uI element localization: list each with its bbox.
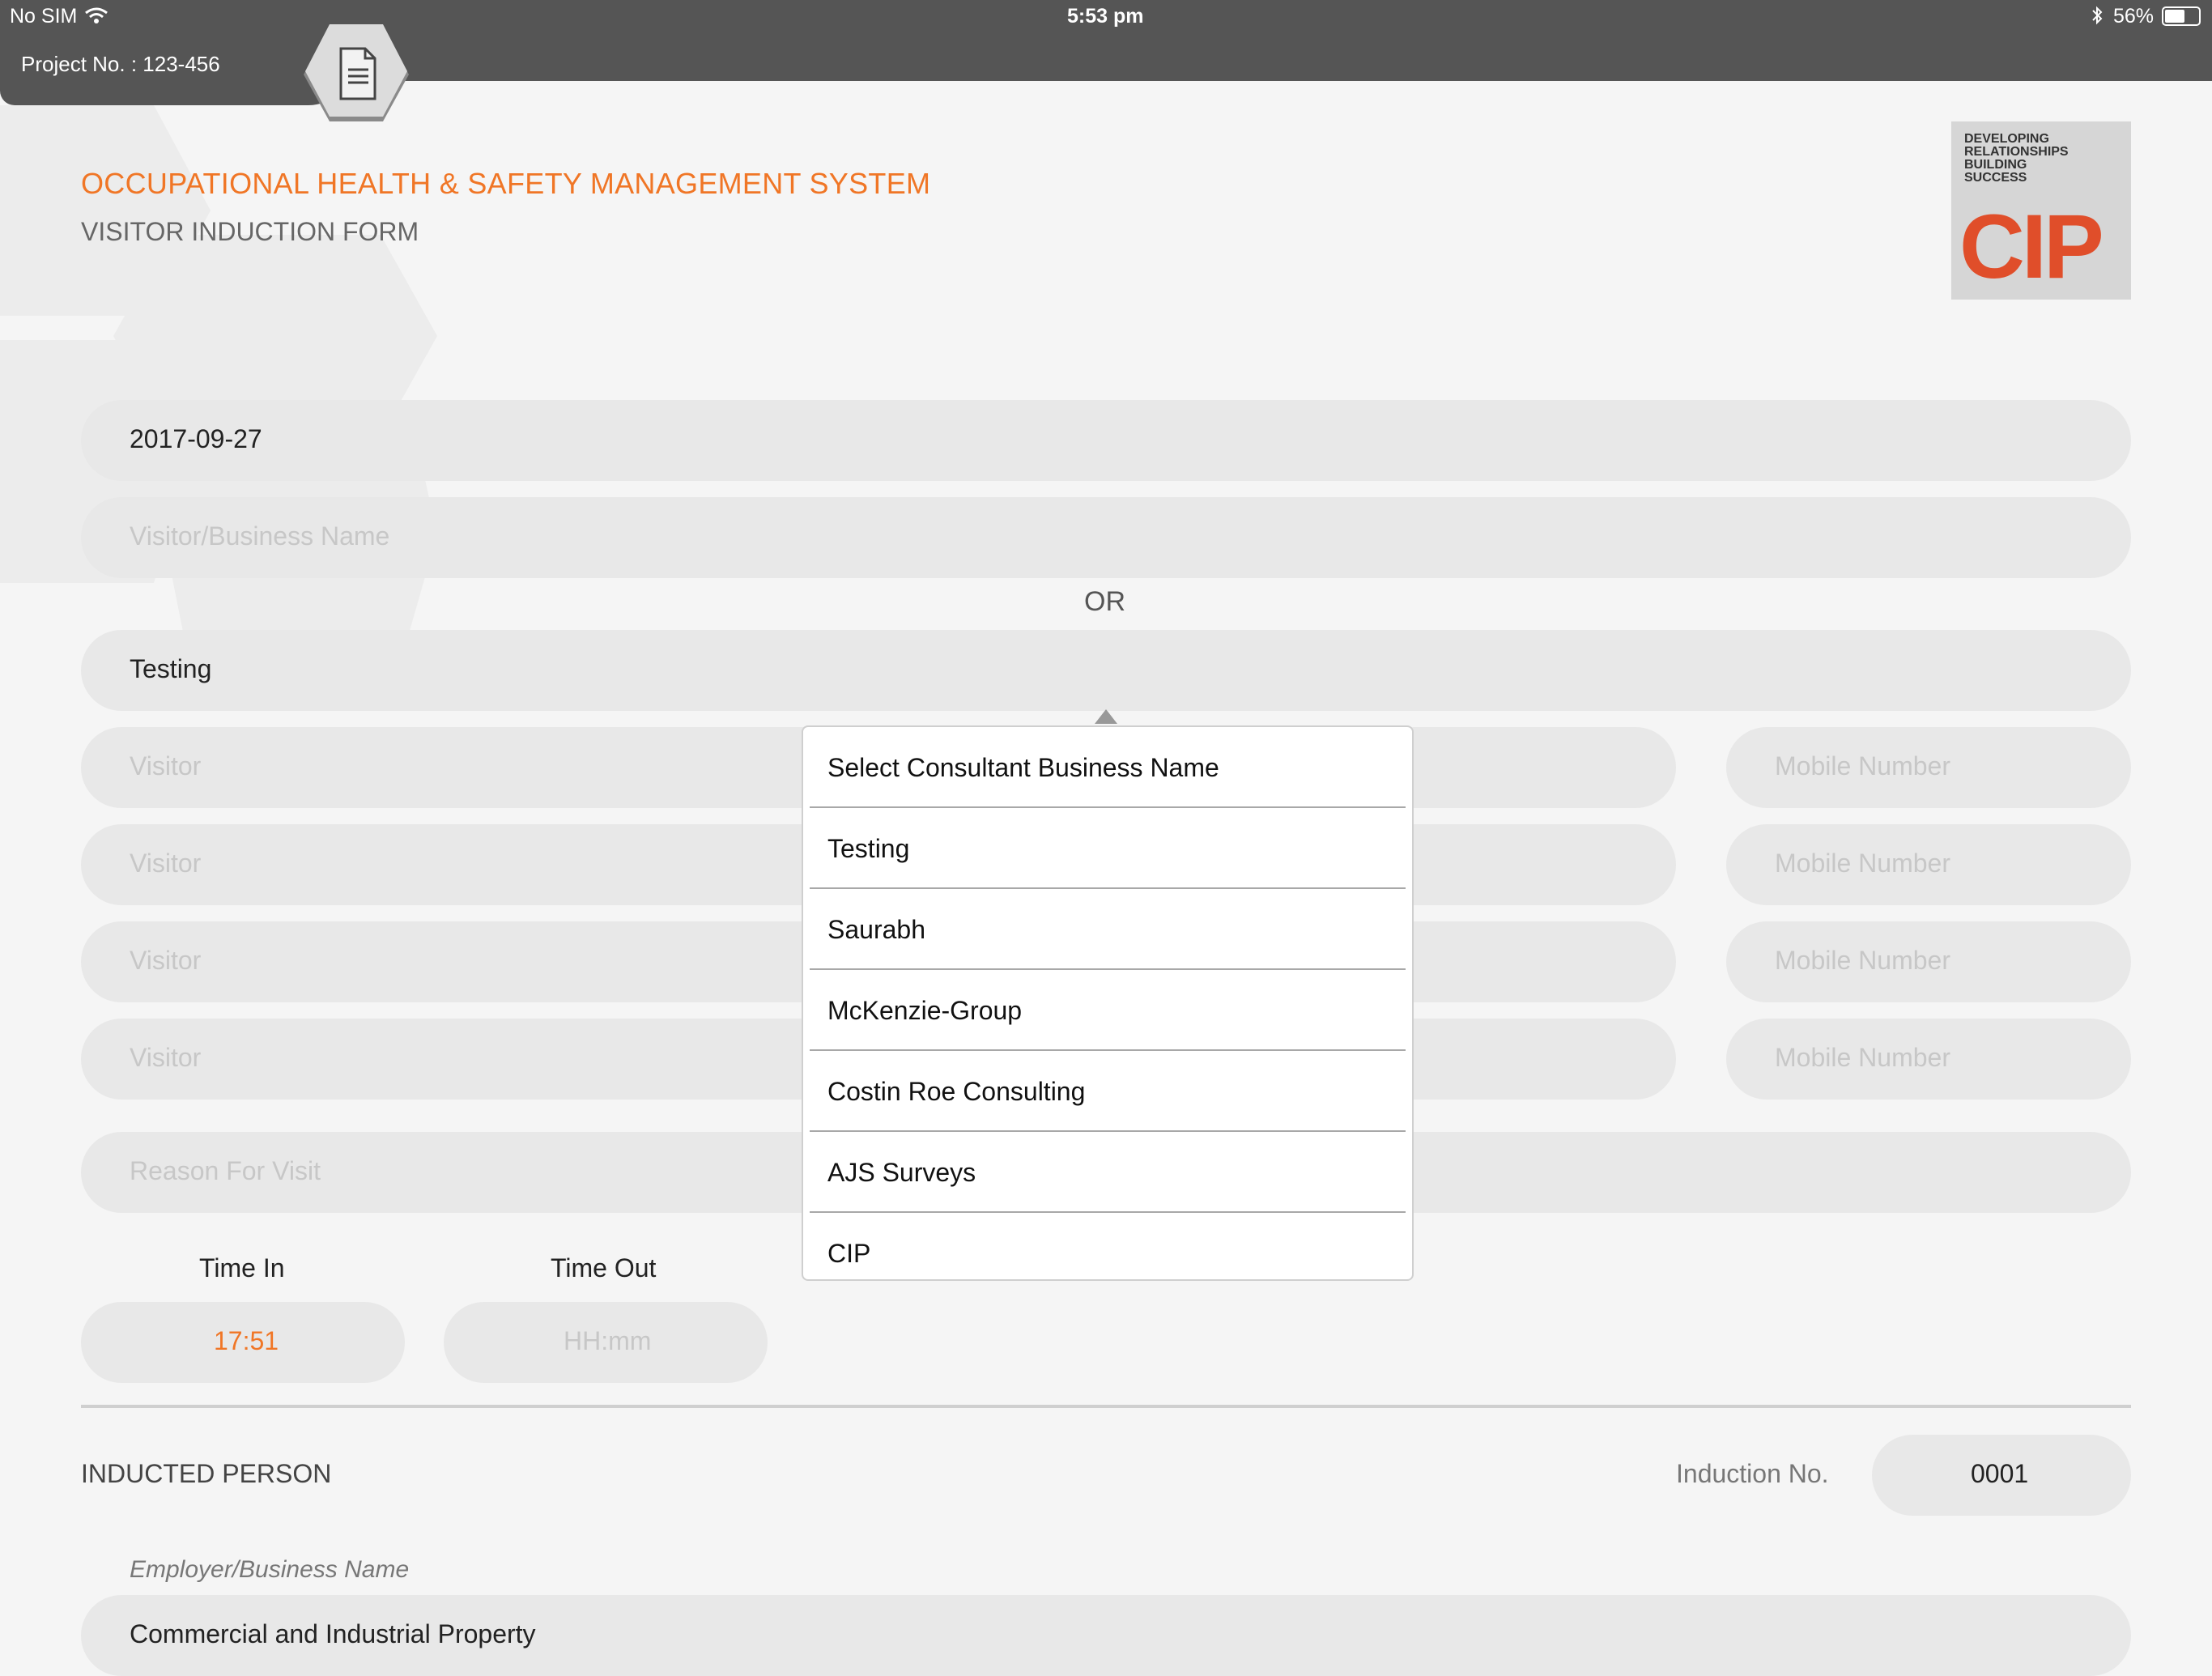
visitor-placeholder: Visitor bbox=[130, 1043, 202, 1072]
time-in-label: Time In bbox=[199, 1253, 285, 1283]
consultant-selected-value: Testing bbox=[130, 654, 212, 683]
dropdown-option-label: Saurabh bbox=[827, 915, 925, 944]
time-out-label: Time Out bbox=[551, 1253, 657, 1283]
visitor-business-name-input[interactable]: Visitor/Business Name bbox=[81, 497, 2131, 578]
induction-no-field[interactable]: 0001 bbox=[1872, 1435, 2131, 1516]
carrier-label: No SIM bbox=[10, 5, 78, 28]
logo-tagline-2: RELATIONSHIPS bbox=[1964, 145, 2069, 159]
battery-icon bbox=[2162, 6, 2201, 26]
date-field[interactable]: 2017-09-27 bbox=[81, 400, 2131, 481]
date-value: 2017-09-27 bbox=[130, 424, 262, 453]
logo-brand: CIP bbox=[1959, 196, 2104, 297]
time-out-field[interactable]: HH:mm bbox=[444, 1302, 768, 1383]
dropdown-option-mckenzie-group[interactable]: McKenzie-Group bbox=[810, 970, 1406, 1051]
popover-arrow bbox=[1095, 709, 1117, 724]
dropdown-header-label: Select Consultant Business Name bbox=[827, 753, 1219, 782]
time-in-field[interactable]: 17:51 bbox=[81, 1302, 405, 1383]
dropdown-option-ajs-surveys[interactable]: AJS Surveys bbox=[810, 1132, 1406, 1213]
mobile-number-input-2[interactable]: Mobile Number bbox=[1726, 824, 2131, 905]
dropdown-option-testing[interactable]: Testing bbox=[810, 808, 1406, 889]
document-icon[interactable] bbox=[304, 24, 409, 125]
section-divider bbox=[81, 1405, 2131, 1408]
visitor-business-placeholder: Visitor/Business Name bbox=[130, 521, 390, 551]
dropdown-option-costin-roe[interactable]: Costin Roe Consulting bbox=[810, 1051, 1406, 1132]
cip-logo: DEVELOPING RELATIONSHIPS BUILDING SUCCES… bbox=[1951, 121, 2131, 300]
logo-tagline-4: SUCCESS bbox=[1964, 171, 2027, 185]
mobile-placeholder: Mobile Number bbox=[1775, 946, 1950, 975]
employer-business-label: Employer/Business Name bbox=[130, 1556, 410, 1583]
mobile-placeholder: Mobile Number bbox=[1775, 849, 1950, 878]
induction-no-label: Induction No. bbox=[1676, 1459, 1829, 1488]
form-subtitle: VISITOR INDUCTION FORM bbox=[81, 217, 419, 246]
dropdown-option-cip[interactable]: CIP bbox=[810, 1213, 1406, 1279]
logo-tagline-1: DEVELOPING bbox=[1964, 132, 2049, 146]
mobile-number-input-4[interactable]: Mobile Number bbox=[1726, 1019, 2131, 1100]
dropdown-option-saurabh[interactable]: Saurabh bbox=[810, 889, 1406, 970]
logo-tagline-3: BUILDING bbox=[1964, 158, 2027, 172]
mobile-placeholder: Mobile Number bbox=[1775, 751, 1950, 781]
dropdown-option-label: AJS Surveys bbox=[827, 1158, 976, 1187]
dropdown-option-label: Testing bbox=[827, 834, 910, 863]
dropdown-option-label: Costin Roe Consulting bbox=[827, 1077, 1086, 1106]
mobile-number-input-3[interactable]: Mobile Number bbox=[1726, 921, 2131, 1002]
battery-percent: 56% bbox=[2113, 5, 2155, 28]
reason-placeholder: Reason For Visit bbox=[130, 1156, 321, 1185]
consultant-business-select[interactable]: Testing bbox=[81, 630, 2131, 711]
dropdown-header: Select Consultant Business Name bbox=[810, 727, 1406, 808]
visitor-placeholder: Visitor bbox=[130, 849, 202, 878]
time-out-placeholder: HH:mm bbox=[564, 1326, 652, 1355]
visitor-placeholder: Visitor bbox=[130, 946, 202, 975]
dropdown-option-label: CIP bbox=[827, 1239, 871, 1268]
visitor-placeholder: Visitor bbox=[130, 751, 202, 781]
induction-no-value: 0001 bbox=[1971, 1459, 2029, 1488]
clock: 5:53 pm bbox=[1067, 5, 1144, 28]
employer-business-value: Commercial and Industrial Property bbox=[130, 1619, 536, 1648]
or-label: OR bbox=[1084, 586, 1125, 617]
inducted-person-heading: INDUCTED PERSON bbox=[81, 1459, 332, 1488]
mobile-number-input-1[interactable]: Mobile Number bbox=[1726, 727, 2131, 808]
consultant-dropdown[interactable]: Select Consultant Business Name Testing … bbox=[802, 725, 1414, 1281]
wifi-icon bbox=[85, 7, 108, 23]
bluetooth-icon bbox=[2092, 6, 2103, 25]
dropdown-option-label: McKenzie-Group bbox=[827, 996, 1023, 1025]
employer-business-field[interactable]: Commercial and Industrial Property bbox=[81, 1595, 2131, 1676]
time-in-value: 17:51 bbox=[214, 1326, 279, 1355]
mobile-placeholder: Mobile Number bbox=[1775, 1043, 1950, 1072]
page-title: OCCUPATIONAL HEALTH & SAFETY MANAGEMENT … bbox=[81, 167, 931, 200]
project-number-label: Project No. : 123-456 bbox=[21, 52, 220, 76]
